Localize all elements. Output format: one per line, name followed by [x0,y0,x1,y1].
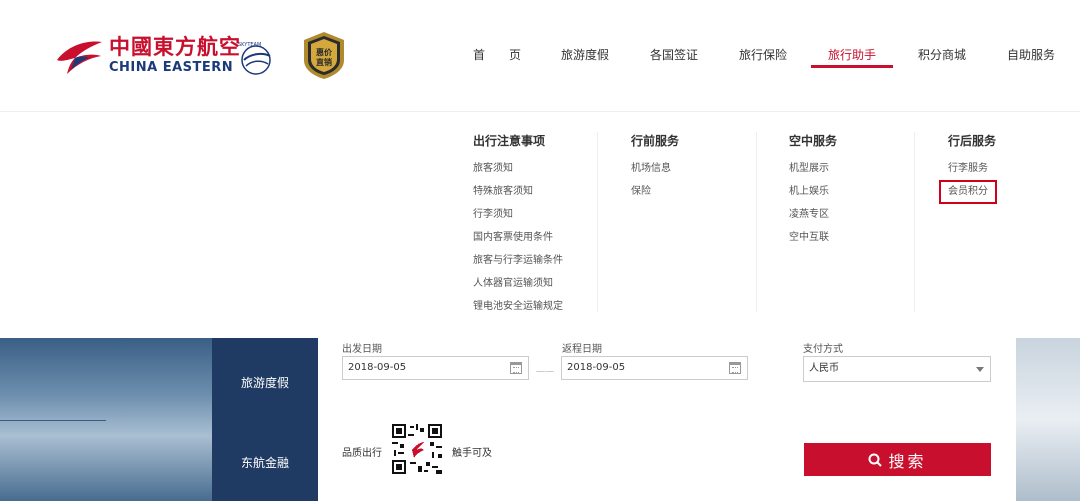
column-divider [756,132,757,312]
nav-travel-assistant[interactable]: 旅行助手 [828,46,876,63]
qr-left-text: 品质出行 [342,448,382,459]
side-tab-divider [0,420,106,421]
nav-self-service[interactable]: 自助服务 [1007,46,1055,63]
return-date-label: 返程日期 [562,344,602,355]
payment-value: 人民币 [809,363,839,374]
menu-item[interactable]: 凌燕专区 [789,208,837,231]
depart-date-value: 2018-09-05 [348,362,407,373]
dropdown-column-inflight: 空中服务 机型展示 机上娱乐 凌燕专区 空中互联 [789,132,837,254]
search-button[interactable]: 搜索 [804,443,991,476]
tab-finance[interactable]: 东航金融 [212,454,318,471]
menu-item[interactable]: 机上娱乐 [789,185,837,208]
payment-label: 支付方式 [803,344,843,355]
calendar-icon[interactable] [510,362,522,374]
nav-visa[interactable]: 各国签证 [650,46,698,63]
nav-points-mall[interactable]: 积分商城 [918,46,966,63]
nav-home[interactable]: 首 页 [473,46,521,63]
menu-item[interactable]: 保险 [631,185,679,208]
column-divider [597,132,598,312]
travel-assistant-dropdown: 出行注意事项 旅客须知 特殊旅客须知 行李须知 国内客票使用条件 旅客与行李运输… [0,112,1080,338]
return-date-value: 2018-09-05 [567,362,626,373]
menu-item[interactable]: 空中互联 [789,231,837,254]
nav-insurance[interactable]: 旅行保险 [739,46,787,63]
column-title: 行前服务 [631,134,680,148]
menu-item[interactable]: 机型展示 [789,162,837,185]
menu-item[interactable]: 旅客须知 [473,162,563,185]
qr-code-icon [392,424,442,474]
date-separator: 一一 [536,368,555,378]
calendar-icon[interactable] [729,362,741,374]
payment-select[interactable]: 人民币 [803,356,991,382]
return-date-input[interactable]: 2018-09-05 [561,356,748,380]
column-title: 空中服务 [789,134,838,148]
depart-date-label: 出发日期 [342,344,382,355]
dropdown-column-pretrip: 行前服务 机场信息 保险 [631,132,679,208]
menu-item[interactable]: 锂电池安全运输规定 [473,300,563,323]
sky-background-right [1016,338,1080,501]
member-points-highlight-box [939,180,997,204]
chevron-down-icon [976,367,984,372]
nav-vacation[interactable]: 旅游度假 [561,46,609,63]
dropdown-column-notice: 出行注意事项 旅客须知 特殊旅客须知 行李须知 国内客票使用条件 旅客与行李运输… [473,132,563,323]
active-nav-indicator [811,65,893,68]
depart-date-input[interactable]: 2018-09-05 [342,356,529,380]
menu-item[interactable]: 特殊旅客须知 [473,185,563,208]
column-title: 行后服务 [948,134,997,148]
menu-item[interactable]: 旅客与行李运输条件 [473,254,563,277]
site-header: 中國東方航空 CHINA EASTERN SKYTEAM 惠价 直销 首 页 旅… [0,0,1080,112]
booking-side-tabs: 旅游度假 东航金融 [212,338,318,501]
menu-item[interactable]: 行李须知 [473,208,563,231]
search-icon [868,453,883,467]
tab-vacation[interactable]: 旅游度假 [212,374,318,391]
search-button-label: 搜索 [888,451,927,471]
menu-item[interactable]: 机场信息 [631,162,679,185]
menu-item[interactable]: 国内客票使用条件 [473,231,563,254]
column-title: 出行注意事项 [473,134,546,148]
qr-right-text: 触手可及 [452,448,492,459]
column-divider [914,132,915,312]
menu-item[interactable]: 人体器官运输须知 [473,277,563,300]
main-nav: 首 页 旅游度假 各国签证 旅行保险 旅行助手 积分商城 自助服务 [0,46,1080,66]
